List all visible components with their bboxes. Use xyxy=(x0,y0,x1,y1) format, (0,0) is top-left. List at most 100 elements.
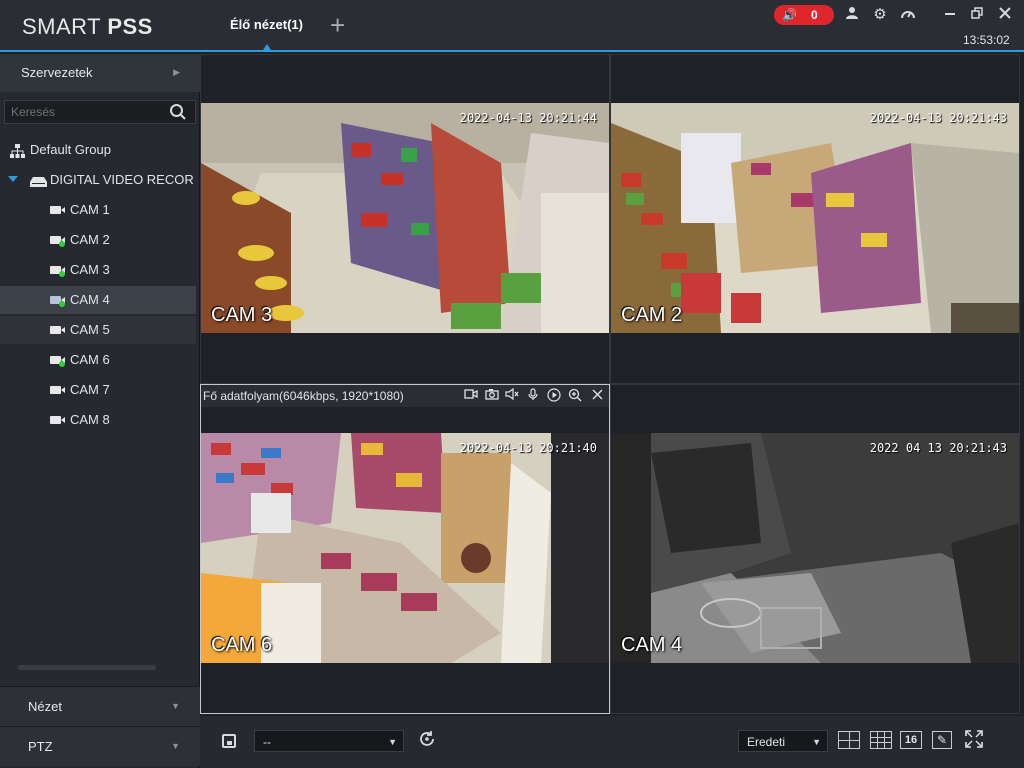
alarm-count: 0 xyxy=(811,8,818,22)
zoom-in-icon[interactable] xyxy=(567,388,583,404)
video-cell[interactable]: 2022-04-13 20:21:44 CAM 3 xyxy=(200,54,610,384)
chevron-down-icon: ▼ xyxy=(171,701,180,711)
stream-toolbar: Fő adatfolyam(6046kbps, 1920*1080) xyxy=(201,385,609,407)
organization-label: Szervezetek xyxy=(21,65,93,80)
title-bar: SMART PSS Élő nézet(1) + 🔊 0 ⚙ 13:53:02 xyxy=(0,0,1024,52)
online-status-dot xyxy=(59,301,65,307)
camera-label: CAM 2 xyxy=(70,232,110,247)
online-status-dot xyxy=(59,361,65,367)
close-icon[interactable] xyxy=(996,6,1014,24)
chevron-down-icon: ▼ xyxy=(812,737,821,747)
horizontal-scrollbar[interactable] xyxy=(18,665,156,670)
video-feed[interactable]: 2022-04-13 20:21:44 CAM 3 xyxy=(201,103,609,333)
tree-camera-1[interactable]: CAM 1 xyxy=(0,196,196,224)
layout-4-split-icon[interactable] xyxy=(838,731,860,749)
camera-label: CAM 4 xyxy=(70,292,110,307)
layout-9-split-icon[interactable] xyxy=(870,731,892,749)
org-tree-icon xyxy=(10,144,25,161)
aspect-ratio-value: Eredeti xyxy=(747,735,786,749)
playback-icon[interactable] xyxy=(546,388,562,404)
tree-group-default[interactable]: Default Group xyxy=(0,136,196,164)
tree-group-label: Default Group xyxy=(30,142,111,157)
minimize-icon[interactable] xyxy=(941,6,959,24)
camera-label: CAM 1 xyxy=(70,202,110,217)
osd-timestamp: 2022-04-13 20:21:43 xyxy=(869,111,1007,125)
search-box xyxy=(4,100,196,124)
app-logo: SMART PSS xyxy=(22,14,153,39)
close-icon[interactable] xyxy=(589,388,605,404)
camera-label: CAM 5 xyxy=(70,322,110,337)
osd-camera-name: CAM 2 xyxy=(621,304,683,326)
local-record-icon[interactable] xyxy=(463,388,479,404)
tree-camera-3[interactable]: CAM 3 xyxy=(0,256,196,284)
tree-camera-5[interactable]: CAM 5 xyxy=(0,316,196,344)
view-select[interactable]: -- ▼ xyxy=(254,730,404,752)
save-view-icon[interactable] xyxy=(222,734,236,748)
tree-device-dvr[interactable]: DIGITAL VIDEO RECOR xyxy=(0,166,196,194)
video-cell[interactable]: 2022 04 13 20:21:43 CAM 4 xyxy=(610,384,1020,714)
bottom-toolbar: -- ▼ Eredeti ▼ 16 ✎ xyxy=(200,716,1024,768)
edit-layout-icon[interactable]: ✎ xyxy=(932,731,952,749)
chevron-right-icon: ▶ xyxy=(173,67,180,77)
clock: 13:53:02 xyxy=(963,33,1010,47)
search-icon[interactable] xyxy=(169,103,187,126)
osd-timestamp: 2022-04-13 20:21:40 xyxy=(459,441,597,455)
camera-label: CAM 8 xyxy=(70,412,110,427)
alarm-badge[interactable]: 🔊 0 xyxy=(774,5,834,25)
ptz-panel-header[interactable]: PTZ ▼ xyxy=(0,726,200,766)
tree-camera-8[interactable]: CAM 8 xyxy=(0,406,196,434)
user-icon[interactable] xyxy=(843,6,861,24)
restore-icon[interactable] xyxy=(968,6,986,24)
view-select-value: -- xyxy=(263,735,271,749)
refresh-icon[interactable] xyxy=(418,730,436,753)
expand-caret-icon[interactable] xyxy=(8,176,18,182)
view-panel-header[interactable]: Nézet ▼ xyxy=(0,686,200,726)
osd-camera-name: CAM 4 xyxy=(621,634,683,656)
dvr-icon xyxy=(30,175,47,190)
audio-mute-icon[interactable] xyxy=(504,387,520,404)
device-sidebar: Szervezetek ▶ Default Group DIGITAL VIDE… xyxy=(0,54,200,768)
view-panel-label: Nézet xyxy=(28,699,62,714)
fullscreen-icon[interactable] xyxy=(965,730,983,753)
osd-camera-name: CAM 6 xyxy=(211,634,273,656)
active-tab-indicator xyxy=(263,44,271,50)
add-tab-button[interactable]: + xyxy=(330,12,345,38)
camera-icon xyxy=(50,416,65,424)
tree-camera-4[interactable]: CAM 4 xyxy=(0,286,196,314)
microphone-icon[interactable] xyxy=(525,388,541,404)
chevron-down-icon: ▼ xyxy=(388,737,397,747)
video-cell[interactable]: 2022-04-13 20:21:43 CAM 2 xyxy=(610,54,1020,384)
tree-camera-6[interactable]: CAM 6 xyxy=(0,346,196,374)
tab-live-view[interactable]: Élő nézet(1) xyxy=(230,17,303,32)
osd-timestamp: 2022-04-13 20:21:44 xyxy=(459,111,597,125)
camera-icon xyxy=(50,206,65,214)
ptz-panel-label: PTZ xyxy=(28,739,53,754)
video-feed[interactable]: 2022-04-13 20:21:43 CAM 2 xyxy=(611,103,1019,333)
video-feed[interactable]: 2022-04-13 20:21:40 CAM 6 xyxy=(201,433,609,663)
camera-label: CAM 6 xyxy=(70,352,110,367)
gear-icon[interactable]: ⚙ xyxy=(871,6,889,24)
online-status-dot xyxy=(59,241,65,247)
layout-16-split-button[interactable]: 16 xyxy=(900,731,922,749)
organization-header[interactable]: Szervezetek ▶ xyxy=(0,54,200,92)
tree-camera-7[interactable]: CAM 7 xyxy=(0,376,196,404)
chevron-down-icon: ▼ xyxy=(171,741,180,751)
camera-label: CAM 7 xyxy=(70,382,110,397)
video-feed[interactable]: 2022 04 13 20:21:43 CAM 4 xyxy=(611,433,1019,663)
aspect-ratio-select[interactable]: Eredeti ▼ xyxy=(738,730,828,752)
search-input[interactable] xyxy=(11,104,161,120)
speaker-icon: 🔊 xyxy=(782,8,797,22)
camera-icon xyxy=(50,386,65,394)
online-status-dot xyxy=(59,271,65,277)
performance-gauge-icon[interactable] xyxy=(899,6,917,24)
tree-camera-2[interactable]: CAM 2 xyxy=(0,226,196,254)
osd-timestamp: 2022 04 13 20:21:43 xyxy=(869,441,1007,455)
camera-label: CAM 3 xyxy=(70,262,110,277)
video-grid: 2022-04-13 20:21:44 CAM 3 2022-04-13 20:… xyxy=(200,54,1024,716)
video-cell-active[interactable]: Fő adatfolyam(6046kbps, 1920*1080) 2022-… xyxy=(200,384,610,714)
stream-info: Fő adatfolyam(6046kbps, 1920*1080) xyxy=(203,389,404,403)
camera-icon xyxy=(50,326,65,334)
osd-camera-name: CAM 3 xyxy=(211,304,273,326)
tree-device-label: DIGITAL VIDEO RECOR xyxy=(50,172,194,187)
snapshot-camera-icon[interactable] xyxy=(484,388,500,404)
